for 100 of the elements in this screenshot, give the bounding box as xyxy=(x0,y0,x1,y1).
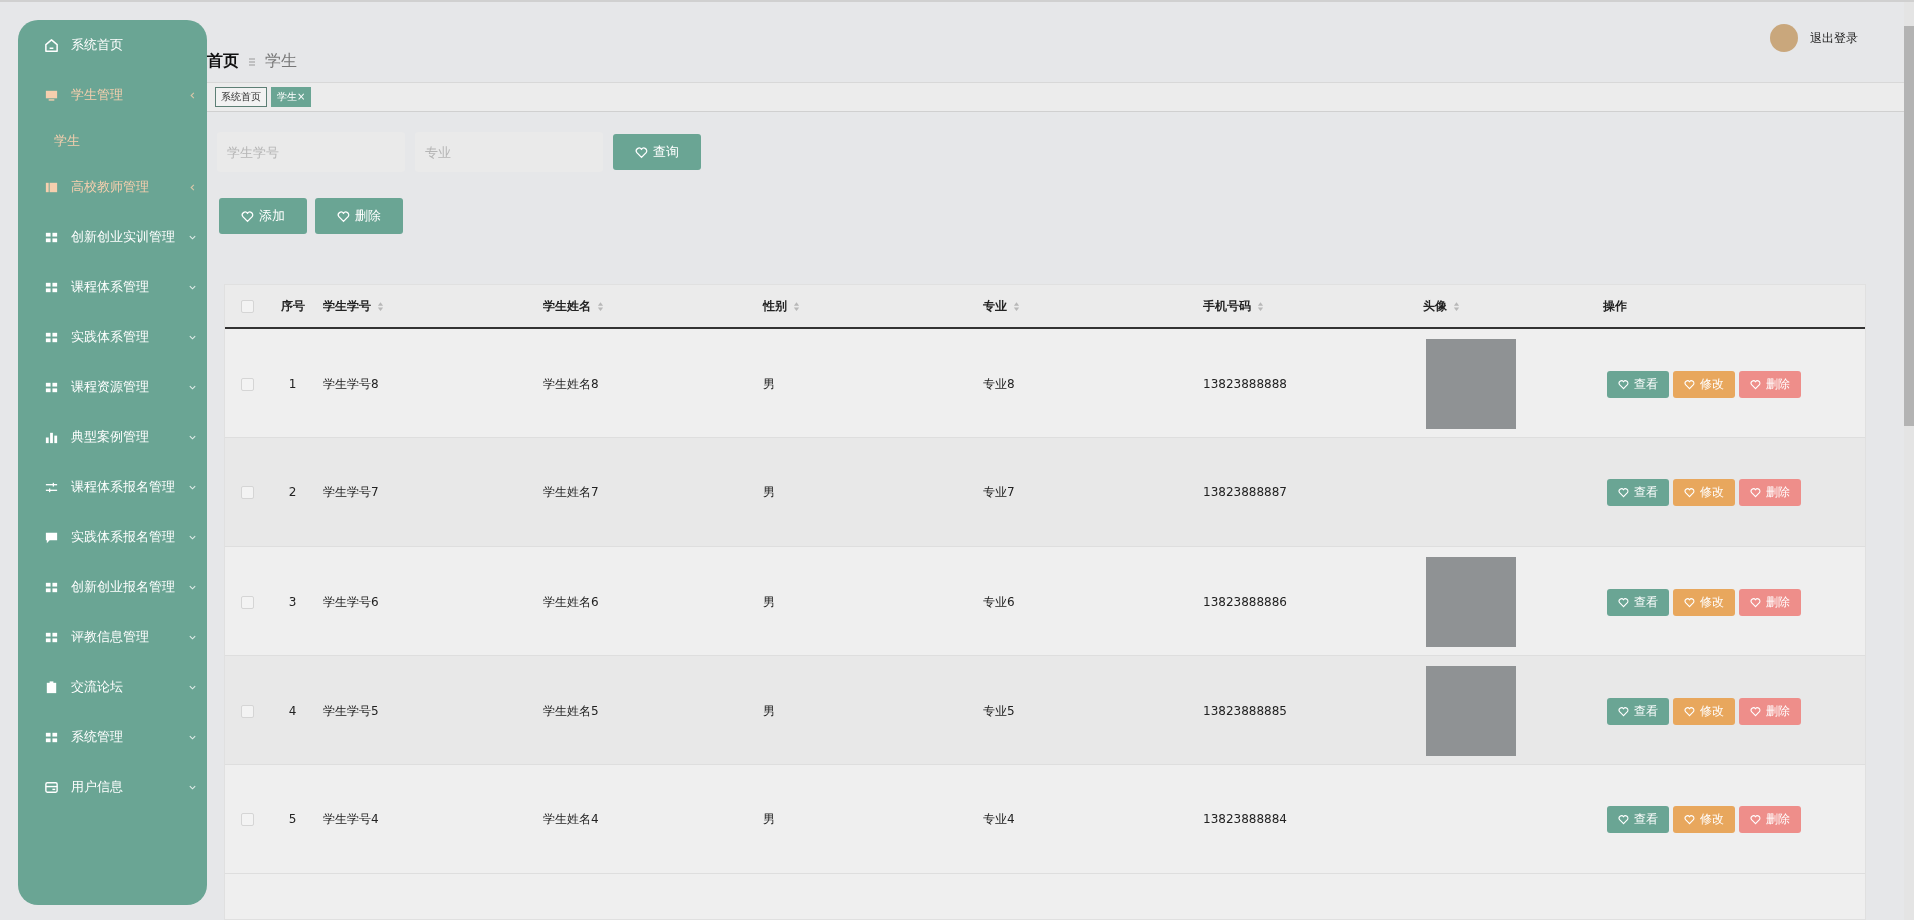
table-cell: 专业5 xyxy=(983,702,1015,720)
table-cell: 1 xyxy=(288,377,297,391)
sidebar-item[interactable]: 课程体系管理 xyxy=(18,262,207,312)
table-cell: 学生学号8 xyxy=(323,375,379,393)
row-action-button[interactable]: 修改 xyxy=(1673,478,1735,506)
search-button[interactable]: 查询 xyxy=(613,134,701,170)
row-checkbox[interactable] xyxy=(241,812,254,826)
table-cell: 专业4 xyxy=(983,810,1015,828)
heart-icon xyxy=(1684,378,1695,390)
row-action-button[interactable]: 修改 xyxy=(1673,697,1735,725)
table-cell: 学生学号6 xyxy=(323,593,379,611)
select-all-checkbox[interactable] xyxy=(241,299,254,313)
avatar-circle[interactable] xyxy=(1770,24,1798,52)
row-checkbox[interactable] xyxy=(241,485,254,499)
table-cell: 男 xyxy=(763,483,775,501)
row-action-button[interactable]: 删除 xyxy=(1739,588,1801,616)
column-header[interactable]: 手机号码 xyxy=(1203,297,1264,315)
sidebar-item[interactable]: 学生管理 xyxy=(18,70,207,120)
table-cell: 13823888886 xyxy=(1203,595,1287,609)
table-cell: 专业8 xyxy=(983,375,1015,393)
table-cell: 学生学号7 xyxy=(323,483,379,501)
sidebar-item[interactable]: 创新创业实训管理 xyxy=(18,212,207,262)
sort-icon xyxy=(793,300,800,312)
heart-icon xyxy=(1684,705,1695,717)
row-checkbox[interactable] xyxy=(241,595,254,609)
page-tab[interactable]: 系统首页 xyxy=(215,87,267,107)
sort-icon xyxy=(1013,300,1020,312)
table-cell: 男 xyxy=(763,810,775,828)
column-header: 操作 xyxy=(1603,297,1627,315)
heart-icon xyxy=(1618,813,1629,825)
table-cell: 4 xyxy=(288,704,297,718)
table-cell: 13823888888 xyxy=(1203,377,1287,391)
sort-icon xyxy=(597,300,604,312)
table-cell: 男 xyxy=(763,375,775,393)
row-action-button[interactable]: 删除 xyxy=(1739,370,1801,398)
row-action-button[interactable]: 查看 xyxy=(1607,805,1669,833)
row-action-button[interactable]: 删除 xyxy=(1739,805,1801,833)
row-action-button[interactable]: 修改 xyxy=(1673,805,1735,833)
heart-icon xyxy=(635,145,648,159)
sort-icon xyxy=(377,300,384,312)
table-cell: 男 xyxy=(763,593,775,611)
row-action-button[interactable]: 查看 xyxy=(1607,370,1669,398)
card-icon xyxy=(44,779,59,795)
table-cell: 5 xyxy=(288,812,297,826)
table-cell: 学生姓名8 xyxy=(543,375,599,393)
table-cell: 学生学号5 xyxy=(323,702,379,720)
sidebar-item[interactable]: 实践体系报名管理 xyxy=(18,512,207,562)
sidebar-item[interactable]: 用户信息 xyxy=(18,762,207,812)
toolbar-button[interactable]: 删除 xyxy=(315,198,403,234)
row-action-button[interactable]: 删除 xyxy=(1739,697,1801,725)
sidebar-item[interactable]: 高校教师管理 xyxy=(18,162,207,212)
separator-icon xyxy=(248,56,256,67)
clipboard-icon xyxy=(44,679,59,695)
heart-icon xyxy=(1618,596,1629,608)
heart-icon xyxy=(1750,813,1761,825)
home-icon xyxy=(44,37,59,53)
table-cell: 13823888885 xyxy=(1203,704,1287,718)
heart-icon xyxy=(1750,596,1761,608)
table-cell: 学生姓名5 xyxy=(543,702,599,720)
toolbar-button[interactable]: 添加 xyxy=(219,198,307,234)
sidebar-subitem[interactable]: 学生 xyxy=(18,120,207,162)
heart-icon xyxy=(337,209,350,223)
row-action-button[interactable]: 修改 xyxy=(1673,588,1735,616)
logout-link[interactable]: 退出登录 xyxy=(1810,29,1858,47)
sidebar-item[interactable]: 课程资源管理 xyxy=(18,362,207,412)
sidebar-item[interactable]: 交流论坛 xyxy=(18,662,207,712)
row-action-button[interactable]: 修改 xyxy=(1673,370,1735,398)
table-cell: 13823888884 xyxy=(1203,812,1287,826)
heart-icon xyxy=(1750,378,1761,390)
chevron-left-icon xyxy=(188,90,197,100)
table-cell: 13823888887 xyxy=(1203,485,1287,499)
sidebar-item[interactable]: 典型案例管理 xyxy=(18,412,207,462)
sidebar-item[interactable]: 创新创业报名管理 xyxy=(18,562,207,612)
heart-icon xyxy=(1750,705,1761,717)
table-cell: 男 xyxy=(763,702,775,720)
table-cell: 学生姓名6 xyxy=(543,593,599,611)
column-header[interactable]: 学生学号 xyxy=(323,297,384,315)
sidebar-item[interactable]: 实践体系管理 xyxy=(18,312,207,362)
sidebar-item[interactable]: 系统首页 xyxy=(18,20,207,70)
row-action-button[interactable]: 删除 xyxy=(1739,478,1801,506)
sidebar-item[interactable]: 课程体系报名管理 xyxy=(18,462,207,512)
row-checkbox[interactable] xyxy=(241,704,254,718)
column-header[interactable]: 专业 xyxy=(983,297,1020,315)
page-tab[interactable]: 学生× xyxy=(271,87,312,107)
sidebar-item[interactable]: 系统管理 xyxy=(18,712,207,762)
table-cell: 学生姓名7 xyxy=(543,483,599,501)
row-checkbox[interactable] xyxy=(241,377,254,391)
breadcrumb-home[interactable]: 首页 xyxy=(207,51,239,72)
column-header[interactable]: 性别 xyxy=(763,297,800,315)
sidebar-item[interactable]: 评教信息管理 xyxy=(18,612,207,662)
heart-icon xyxy=(1684,813,1695,825)
scrollbar[interactable] xyxy=(1904,2,1914,920)
heart-icon xyxy=(1618,486,1629,498)
column-header[interactable]: 学生姓名 xyxy=(543,297,604,315)
row-action-button[interactable]: 查看 xyxy=(1607,588,1669,616)
row-action-button[interactable]: 查看 xyxy=(1607,697,1669,725)
row-action-button[interactable]: 查看 xyxy=(1607,478,1669,506)
chevron-left-icon xyxy=(188,182,197,192)
heart-icon xyxy=(1618,378,1629,390)
column-header[interactable]: 头像 xyxy=(1423,297,1460,315)
